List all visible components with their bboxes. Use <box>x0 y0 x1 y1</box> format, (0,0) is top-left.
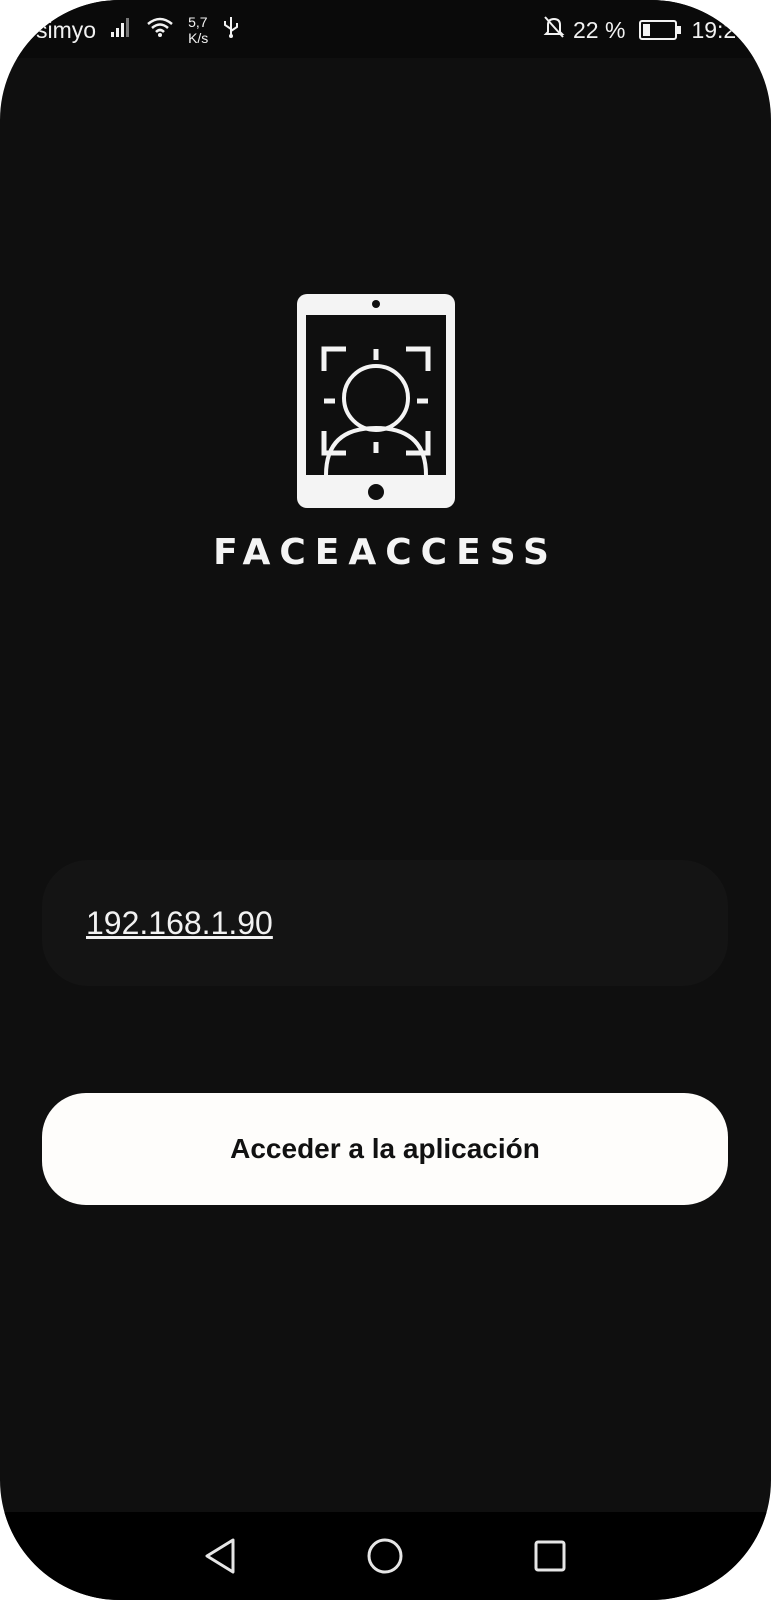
home-icon[interactable] <box>361 1532 409 1580</box>
network-speed-value: 5,7 <box>188 14 208 30</box>
status-bar: simyo 5,7 K/s 22 % 19:23 <box>0 0 771 58</box>
battery-icon <box>639 20 682 40</box>
back-icon[interactable] <box>196 1532 244 1580</box>
network-speed-unit: K/s <box>188 30 209 46</box>
faceaccess-logo-icon <box>297 294 455 508</box>
muted-bell-icon <box>543 15 565 45</box>
phone-screen: simyo 5,7 K/s 22 % 19:23 FACEACCESS 192.… <box>0 0 771 1600</box>
battery-level <box>643 24 651 36</box>
server-ip-input[interactable] <box>86 904 646 942</box>
signal-icon <box>110 16 132 44</box>
battery-percent: 22 % <box>573 16 626 43</box>
carrier-name: simyo <box>36 16 97 43</box>
navigation-bar <box>0 1512 771 1600</box>
server-ip-field[interactable] <box>42 860 728 986</box>
network-speed: 5,7 K/s <box>188 14 208 46</box>
status-right: 22 % 19:23 <box>543 10 749 50</box>
access-app-button[interactable]: Acceder a la aplicación <box>42 1093 728 1205</box>
usb-icon <box>222 15 240 45</box>
app-brand-name: FACEACCESS <box>213 532 558 573</box>
wifi-icon <box>146 16 174 44</box>
clock: 19:23 <box>691 16 749 43</box>
status-left: simyo 5,7 K/s <box>36 10 240 50</box>
recents-icon[interactable] <box>526 1532 574 1580</box>
